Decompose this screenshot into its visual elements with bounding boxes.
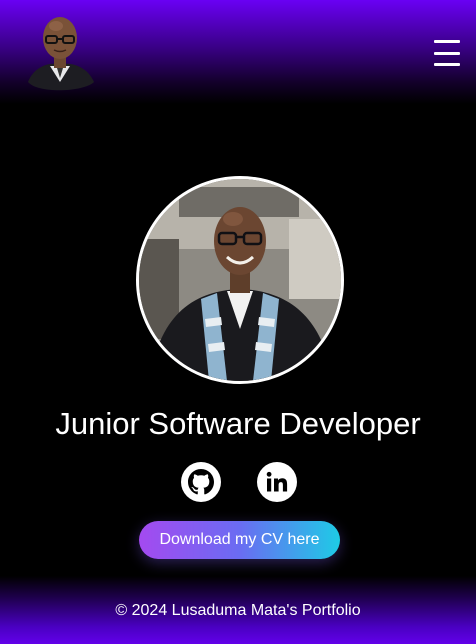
linkedin-link[interactable] [257, 462, 297, 502]
github-link[interactable] [181, 462, 221, 502]
copyright-text: © 2024 Lusaduma Mata's Portfolio [115, 602, 361, 619]
site-footer: © 2024 Lusaduma Mata's Portfolio [0, 576, 476, 644]
profile-portrait-icon [28, 17, 94, 91]
linkedin-icon [266, 471, 288, 492]
menu-bar-bottom [434, 63, 460, 66]
hamburger-menu-icon[interactable] [434, 40, 462, 66]
graduation-portrait-icon [139, 179, 341, 381]
hero-title: Junior Software Developer [55, 406, 421, 441]
menu-bar-top [434, 40, 460, 43]
download-cv-button[interactable]: Download my CV here [139, 521, 340, 559]
menu-bar-middle [434, 51, 460, 55]
portfolio-page: Junior Software Developer Download my CV… [0, 0, 476, 644]
site-header [0, 0, 476, 104]
profile-photo [136, 176, 344, 384]
github-icon [188, 469, 214, 495]
logo-avatar[interactable] [24, 12, 96, 94]
social-links [0, 462, 476, 504]
